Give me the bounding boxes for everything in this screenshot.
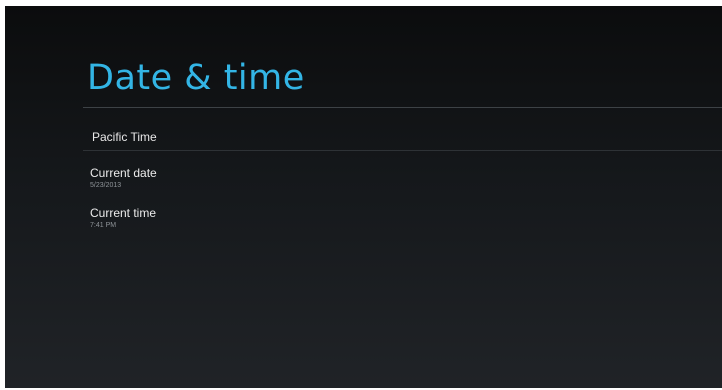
current-time-title: Current time — [90, 206, 157, 220]
list-divider — [83, 150, 722, 151]
settings-screen: Date & time Pacific Time Current date 5/… — [5, 6, 722, 388]
title-divider — [83, 107, 722, 108]
current-date-title: Current date — [90, 166, 157, 180]
timezone-setting[interactable]: Pacific Time — [83, 124, 722, 150]
timezone-label: Pacific Time — [92, 130, 157, 144]
current-time-value: 7:41 PM — [90, 222, 117, 229]
current-date-value: 5/23/2013 — [90, 182, 122, 189]
page-title: Date & time — [87, 58, 305, 98]
current-date-setting[interactable]: Current date 5/23/2013 — [83, 164, 722, 198]
current-time-setting[interactable]: Current time 7:41 PM — [83, 204, 722, 238]
